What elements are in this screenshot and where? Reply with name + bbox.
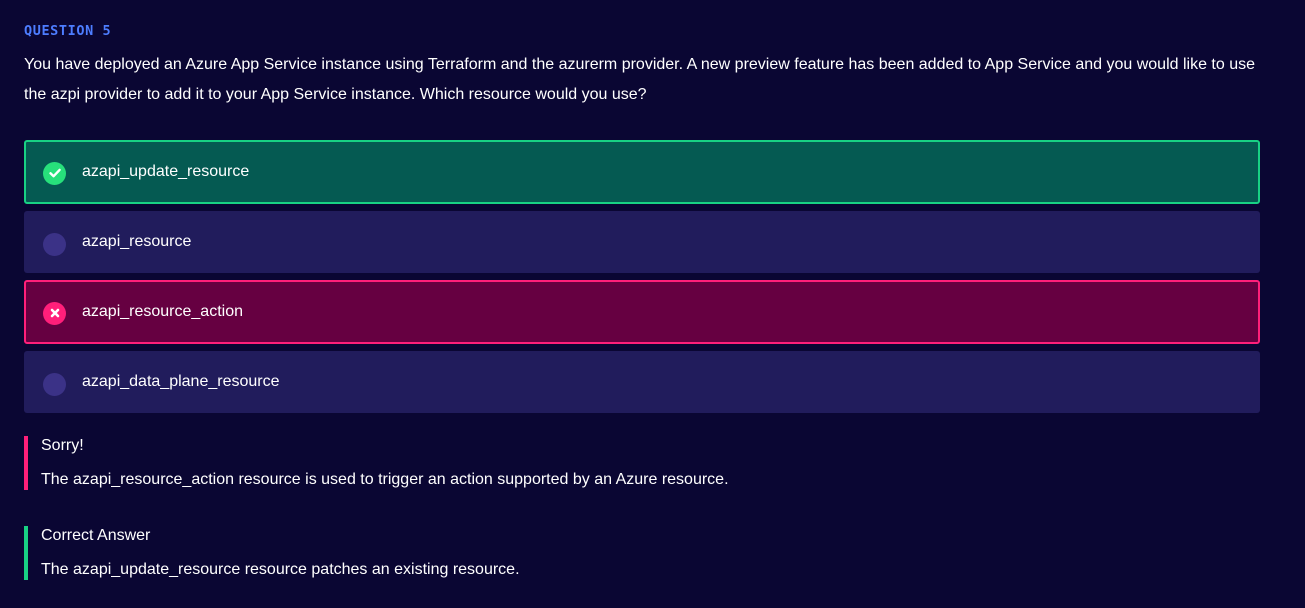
question-text: You have deployed an Azure App Service i… xyxy=(24,56,1256,103)
quiz-question-panel: QUESTION 5 You have deployed an Azure Ap… xyxy=(0,0,1305,608)
radio-button-icon xyxy=(43,372,66,396)
answer-option-2[interactable]: azapi_resource xyxy=(24,211,1260,273)
correct-answer-feedback: Correct Answer The azapi_update_resource… xyxy=(24,526,1264,580)
answer-option-label: azapi_data_plane_resource xyxy=(82,373,280,390)
answer-option-label: azapi_resource xyxy=(82,233,192,250)
check-circle-icon xyxy=(43,161,66,185)
incorrect-feedback: Sorry! The azapi_resource_action resourc… xyxy=(24,436,1264,490)
answer-option-4[interactable]: azapi_data_plane_resource xyxy=(24,351,1260,413)
answer-option-1[interactable]: azapi_update_resource xyxy=(24,140,1260,204)
correct-answer-title: Correct Answer xyxy=(41,527,151,544)
incorrect-feedback-text: The azapi_resource_action resource is us… xyxy=(41,471,729,488)
incorrect-feedback-title: Sorry! xyxy=(41,437,84,454)
answer-option-label: azapi_resource_action xyxy=(82,303,243,320)
question-number-label: QUESTION 5 xyxy=(24,23,112,39)
radio-button-icon xyxy=(43,232,66,256)
answer-option-label: azapi_update_resource xyxy=(82,163,250,180)
correct-answer-text: The azapi_update_resource resource patch… xyxy=(41,561,520,578)
answer-options-list: azapi_update_resource azapi_resource aza… xyxy=(24,140,1260,413)
answer-option-3[interactable]: azapi_resource_action xyxy=(24,280,1260,344)
x-circle-icon xyxy=(43,301,66,325)
